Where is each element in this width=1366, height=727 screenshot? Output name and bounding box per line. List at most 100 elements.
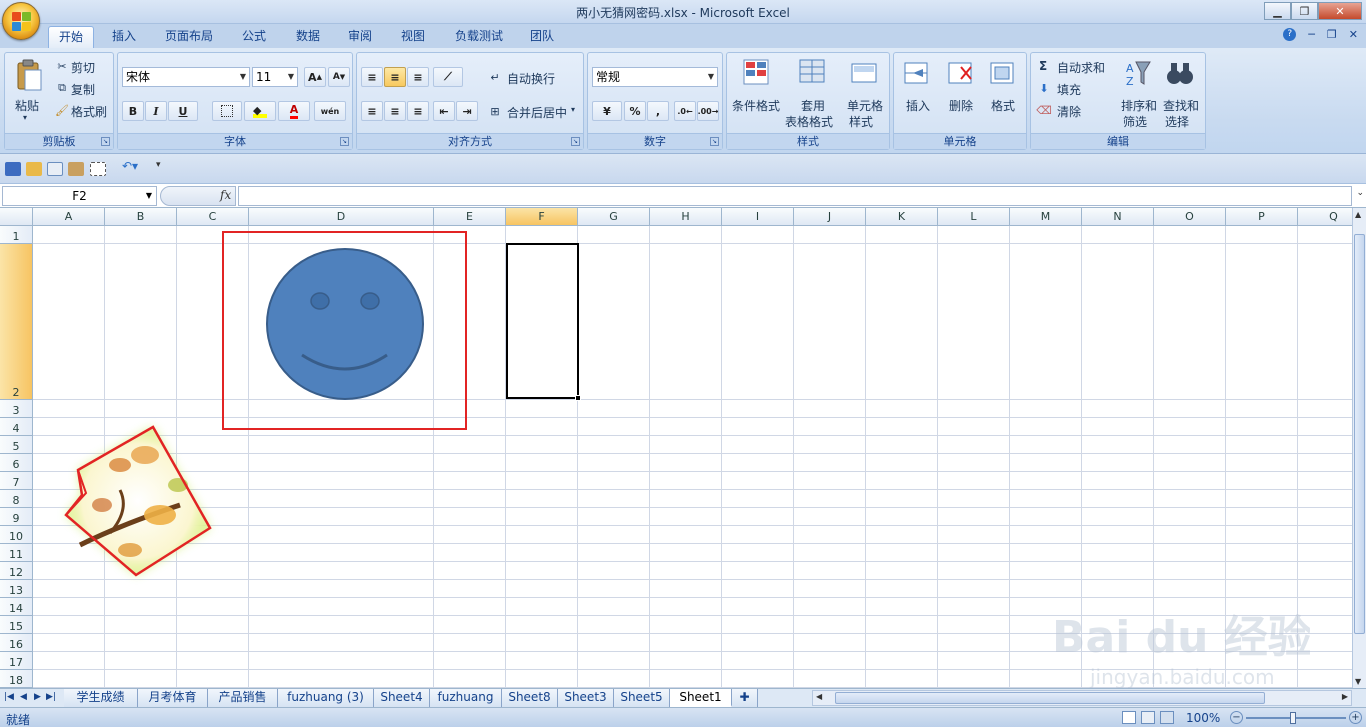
sheet-tab[interactable]: 学生成绩 xyxy=(64,689,138,707)
sheet-tab[interactable]: Sheet5 xyxy=(614,689,670,707)
paste-icon[interactable] xyxy=(13,57,45,93)
align-middle-button[interactable]: ≡ xyxy=(384,67,406,87)
insert-sheet-icon[interactable]: ✚ xyxy=(732,689,758,707)
row-header-11[interactable]: 11 xyxy=(0,544,33,562)
save-icon[interactable] xyxy=(5,162,21,176)
currency-button[interactable]: ¥ xyxy=(592,101,622,121)
format-painter-button[interactable]: 格式刷 xyxy=(71,103,107,120)
merge-center-button[interactable]: 合并后居中 xyxy=(507,104,567,121)
sheet-tab[interactable]: fuzhuang (3) xyxy=(278,689,374,707)
row-header-2[interactable]: 2 xyxy=(0,244,33,400)
insert-function-icon[interactable]: fx xyxy=(220,188,231,202)
row-header-13[interactable]: 13 xyxy=(0,580,33,598)
fill-color-button[interactable]: ◆ xyxy=(244,101,276,121)
vertical-scrollbar[interactable]: ▲ ▼ xyxy=(1352,208,1366,688)
cell-styles-line1[interactable]: 单元格 xyxy=(847,97,883,114)
horizontal-scroll-thumb[interactable] xyxy=(835,692,1265,704)
font-size-combo[interactable]: 11 ▼ xyxy=(252,67,298,87)
column-header-q[interactable]: Q xyxy=(1298,208,1352,226)
close-button[interactable]: ✕ xyxy=(1318,2,1362,20)
active-cell-f2[interactable] xyxy=(506,243,581,401)
formula-input[interactable] xyxy=(238,186,1352,206)
delete-cells-button[interactable]: 删除 xyxy=(949,97,973,114)
prev-sheet-icon[interactable]: ◀ xyxy=(20,692,27,702)
sheet-tab[interactable]: Sheet3 xyxy=(558,689,614,707)
find-select-line1[interactable]: 查找和 xyxy=(1163,97,1199,114)
zoom-slider-thumb[interactable] xyxy=(1290,712,1296,724)
increase-indent-button[interactable]: ⇥ xyxy=(456,101,478,121)
wrap-text-button[interactable]: 自动换行 xyxy=(507,70,555,87)
border-qat-icon[interactable] xyxy=(90,162,106,176)
percent-button[interactable]: % xyxy=(624,101,646,121)
expand-formula-icon[interactable]: ⌄ xyxy=(1356,188,1364,198)
first-sheet-icon[interactable]: |◀ xyxy=(4,692,14,702)
row-header-14[interactable]: 14 xyxy=(0,598,33,616)
maximize-button[interactable]: ❐ xyxy=(1291,2,1318,20)
tab-data[interactable]: 数据 xyxy=(286,26,330,48)
ribbon-close-icon[interactable]: ✕ xyxy=(1349,28,1358,41)
align-left-button[interactable]: ≡ xyxy=(361,101,383,121)
tab-review[interactable]: 审阅 xyxy=(338,26,382,48)
row-header-9[interactable]: 9 xyxy=(0,508,33,526)
row-header-5[interactable]: 5 xyxy=(0,436,33,454)
alignment-launcher-icon[interactable]: ↘ xyxy=(571,137,580,146)
conditional-format-button[interactable]: 条件格式 xyxy=(732,97,780,114)
horizontal-scrollbar[interactable]: ◀ ▶ xyxy=(812,690,1352,706)
bold-button[interactable]: B xyxy=(122,101,144,121)
sort-filter-line1[interactable]: 排序和 xyxy=(1121,97,1157,114)
column-header-e[interactable]: E xyxy=(434,208,506,226)
sheet-tab[interactable]: Sheet4 xyxy=(374,689,430,707)
cell-styles-line2[interactable]: 样式 xyxy=(849,113,873,130)
number-launcher-icon[interactable]: ↘ xyxy=(710,137,719,146)
print-preview-icon[interactable] xyxy=(47,162,63,176)
column-header-k[interactable]: K xyxy=(866,208,938,226)
open-folder-icon[interactable] xyxy=(26,162,42,176)
column-header-g[interactable]: G xyxy=(578,208,650,226)
sheet-tab[interactable]: 产品销售 xyxy=(208,689,278,707)
comma-button[interactable]: , xyxy=(647,101,669,121)
row-header-1[interactable]: 1 xyxy=(0,226,33,244)
ribbon-restore-icon[interactable]: ❐ xyxy=(1327,28,1337,41)
clipboard-launcher-icon[interactable]: ↘ xyxy=(101,137,110,146)
copy-button[interactable]: 复制 xyxy=(71,81,95,98)
column-header-i[interactable]: I xyxy=(722,208,794,226)
select-all-corner[interactable] xyxy=(0,208,33,226)
paste-button[interactable]: 粘贴 xyxy=(15,97,39,114)
insert-cells-button[interactable]: 插入 xyxy=(906,97,930,114)
format-table-line1[interactable]: 套用 xyxy=(801,97,825,114)
align-right-button[interactable]: ≡ xyxy=(407,101,429,121)
row-header-17[interactable]: 17 xyxy=(0,652,33,670)
zoom-in-icon[interactable]: + xyxy=(1349,711,1362,724)
orientation-button[interactable]: ⟋ xyxy=(433,67,463,87)
cut-button[interactable]: 剪切 xyxy=(71,59,95,76)
sort-filter-line2[interactable]: 筛选 xyxy=(1123,113,1147,130)
tab-load-test[interactable]: 负载测试 xyxy=(446,26,512,48)
shrink-font-button[interactable]: A ▼ xyxy=(328,67,350,87)
row-header-18[interactable]: 18 xyxy=(0,670,33,688)
scroll-up-icon[interactable]: ▲ xyxy=(1355,210,1361,219)
paste-dropdown-icon[interactable]: ▾ xyxy=(23,113,27,122)
column-header-p[interactable]: P xyxy=(1226,208,1298,226)
find-select-line2[interactable]: 选择 xyxy=(1165,113,1189,130)
vertical-scroll-thumb[interactable] xyxy=(1354,234,1365,634)
merge-dropdown-icon[interactable]: ▾ xyxy=(571,105,575,114)
undo-icon[interactable]: ↶▾ xyxy=(122,159,146,173)
autosum-button[interactable]: 自动求和 xyxy=(1057,59,1105,76)
align-center-button[interactable]: ≡ xyxy=(384,101,406,121)
border-button[interactable] xyxy=(212,101,242,121)
minimize-button[interactable]: ▁ xyxy=(1264,2,1291,20)
column-header-f[interactable]: F xyxy=(506,208,578,226)
autumn-leaves-picture[interactable] xyxy=(50,415,225,595)
zoom-out-icon[interactable]: − xyxy=(1230,711,1243,724)
row-header-16[interactable]: 16 xyxy=(0,634,33,652)
number-format-combo[interactable]: 常规 ▼ xyxy=(592,67,718,87)
tab-home[interactable]: 开始 xyxy=(48,26,94,48)
row-header-4[interactable]: 4 xyxy=(0,418,33,436)
font-launcher-icon[interactable]: ↘ xyxy=(340,137,349,146)
font-name-combo[interactable]: 宋体 ▼ xyxy=(122,67,250,87)
tab-page-layout[interactable]: 页面布局 xyxy=(156,26,222,48)
format-table-line2[interactable]: 表格格式 xyxy=(785,113,833,130)
row-header-6[interactable]: 6 xyxy=(0,454,33,472)
normal-view-icon[interactable] xyxy=(1122,711,1136,724)
row-header-8[interactable]: 8 xyxy=(0,490,33,508)
